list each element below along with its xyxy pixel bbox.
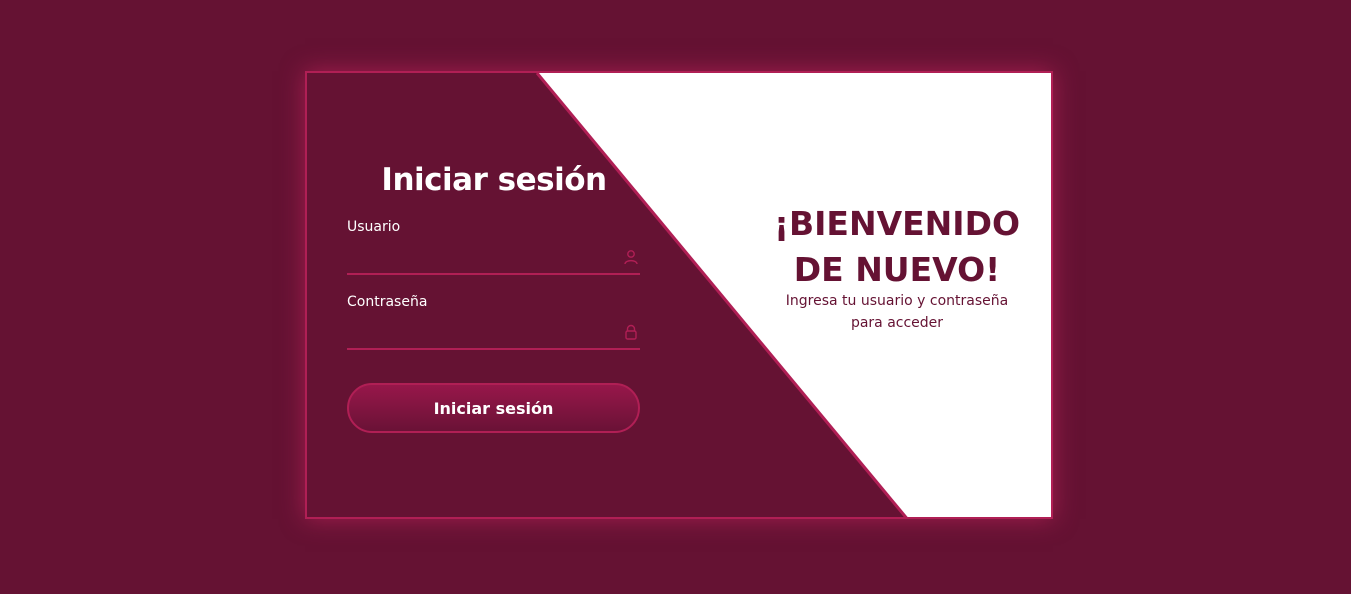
username-label: Usuario bbox=[347, 219, 401, 235]
username-input[interactable] bbox=[347, 239, 640, 275]
login-card: Iniciar sesión Usuario Contraseña Inicia… bbox=[305, 71, 1053, 519]
welcome-subtitle: Ingresa tu usuario y contraseña para acc… bbox=[785, 293, 1009, 331]
password-input[interactable] bbox=[347, 314, 640, 350]
login-title: Iniciar sesión bbox=[381, 162, 607, 198]
user-icon bbox=[624, 250, 638, 265]
lock-icon bbox=[625, 324, 637, 340]
welcome-title: ¡BIENVENIDO DE NUEVO! bbox=[773, 204, 1021, 289]
password-field: Contraseña bbox=[347, 294, 640, 350]
password-label: Contraseña bbox=[347, 294, 428, 310]
login-button[interactable]: Iniciar sesión bbox=[347, 383, 640, 433]
username-field: Usuario bbox=[347, 219, 640, 275]
